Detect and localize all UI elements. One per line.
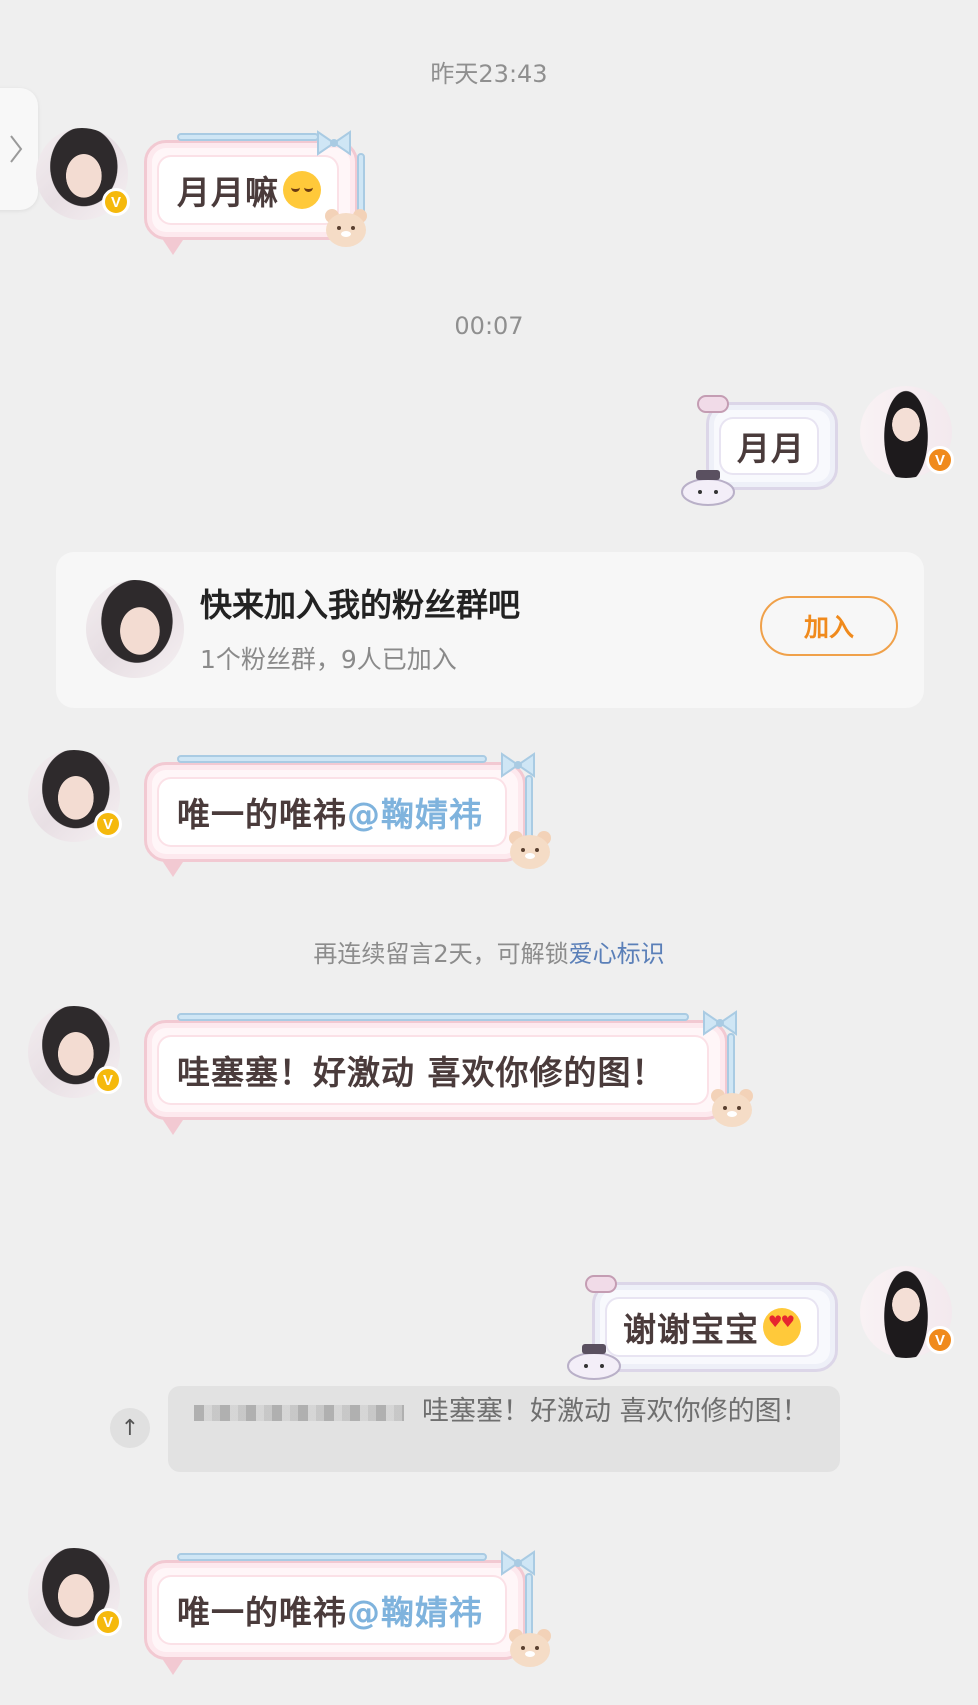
- my-avatar[interactable]: V: [860, 386, 954, 478]
- bear-sticker-icon: [506, 1626, 554, 1672]
- message-text: 唯一的唯祎 @鞠婧祎: [177, 1563, 483, 1657]
- verified-badge-icon: V: [94, 1066, 122, 1094]
- heart-badge-link[interactable]: 爱心标识: [569, 940, 665, 968]
- mention-link[interactable]: @鞠婧祎: [347, 788, 483, 836]
- sender-avatar[interactable]: V: [28, 750, 122, 842]
- message-bubble[interactable]: 唯一的唯祎 @鞠婧祎: [144, 755, 533, 877]
- verified-badge-icon: V: [926, 1326, 954, 1354]
- kitty-sticker-icon: [564, 1340, 624, 1380]
- quoted-message[interactable]: 哇塞塞！好激动 喜欢你修的图！: [168, 1386, 840, 1472]
- quote-reply-icon: ↑: [110, 1408, 150, 1448]
- kitty-sticker-icon: [678, 466, 738, 506]
- message-text: 唯一的唯祎 @鞠婧祎: [177, 765, 483, 859]
- fan-group-card[interactable]: 快来加入我的粉丝群吧 1个粉丝群，9人已加入 加入: [56, 552, 924, 708]
- sender-avatar[interactable]: V: [28, 1006, 122, 1098]
- relieved-face-emoji-icon: [283, 171, 321, 209]
- quoted-text: 哇塞塞！好激动 喜欢你修的图！: [422, 1396, 809, 1427]
- message-text: 谢谢宝宝: [623, 1285, 801, 1369]
- verified-badge-icon: V: [926, 446, 954, 474]
- bear-sticker-icon: [506, 828, 554, 874]
- message-timestamp: 00:07: [454, 312, 524, 340]
- message-text: 月月: [737, 429, 805, 468]
- message-text: 哇塞塞！好激动 喜欢你修的图！: [177, 1053, 666, 1092]
- message-bubble[interactable]: 哇塞塞！好激动 喜欢你修的图！: [144, 1013, 735, 1135]
- verified-badge-icon: V: [94, 1608, 122, 1636]
- side-panel-handle[interactable]: [0, 88, 38, 210]
- verified-badge-icon: V: [102, 188, 130, 216]
- message-timestamp: 昨天23:43: [430, 60, 548, 88]
- join-group-button[interactable]: 加入: [760, 596, 898, 656]
- bear-sticker-icon: [322, 206, 370, 252]
- message-text: 月月嘛: [177, 143, 321, 237]
- heart-eyes-face-emoji-icon: [763, 1308, 801, 1346]
- message-bubble-me[interactable]: 谢谢宝宝: [592, 1282, 838, 1372]
- mention-link[interactable]: @鞠婧祎: [347, 1586, 483, 1634]
- group-avatar: [86, 580, 184, 678]
- bandage-icon: [696, 392, 730, 416]
- group-card-title: 快来加入我的粉丝群吧: [200, 586, 521, 624]
- my-avatar[interactable]: V: [860, 1266, 954, 1358]
- bow-icon: [700, 1008, 740, 1038]
- bow-icon: [498, 750, 538, 780]
- message-bubble[interactable]: 唯一的唯祎 @鞠婧祎: [144, 1553, 533, 1675]
- bandage-icon: [584, 1272, 618, 1296]
- bear-sticker-icon: [708, 1086, 756, 1132]
- bow-icon: [314, 128, 354, 158]
- verified-badge-icon: V: [94, 810, 122, 838]
- chevron-right-icon: [10, 135, 23, 163]
- sender-avatar[interactable]: V: [36, 128, 130, 220]
- sender-avatar[interactable]: V: [28, 1548, 122, 1640]
- bow-icon: [498, 1548, 538, 1578]
- group-card-subtitle: 1个粉丝群，9人已加入: [200, 645, 457, 674]
- unlock-notice: 再连续留言2天，可解锁爱心标识: [313, 940, 665, 968]
- blurred-username: [194, 1404, 404, 1421]
